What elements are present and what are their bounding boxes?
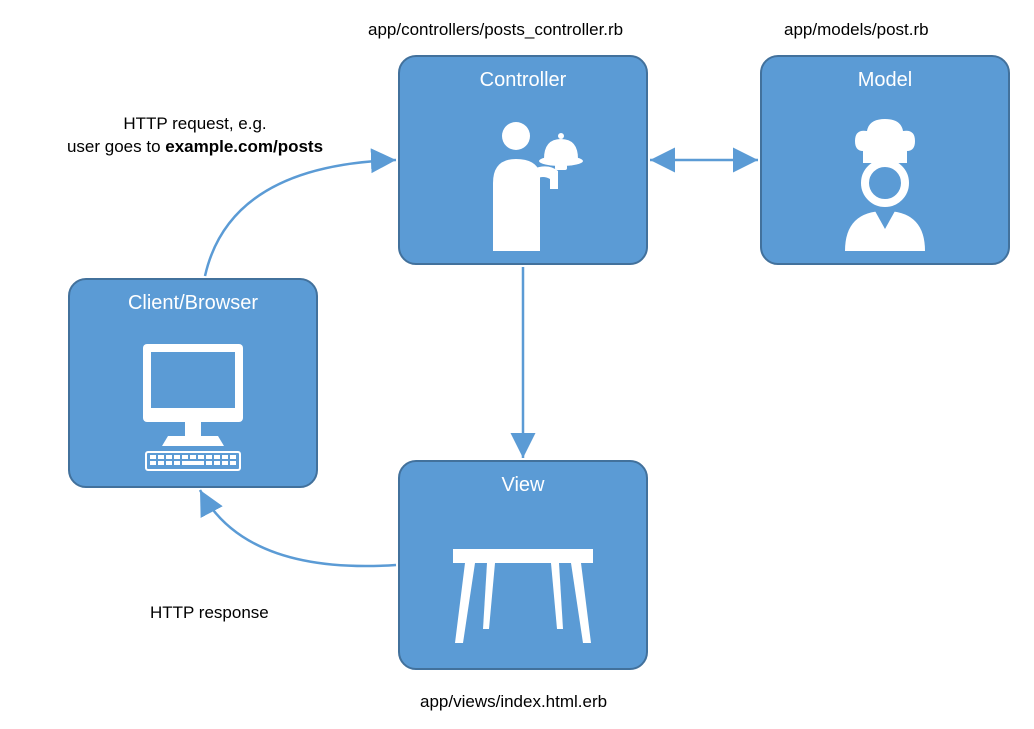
arrows-layer xyxy=(0,0,1034,729)
arrow-client-to-controller xyxy=(205,160,396,276)
arrow-view-to-client xyxy=(200,490,396,566)
